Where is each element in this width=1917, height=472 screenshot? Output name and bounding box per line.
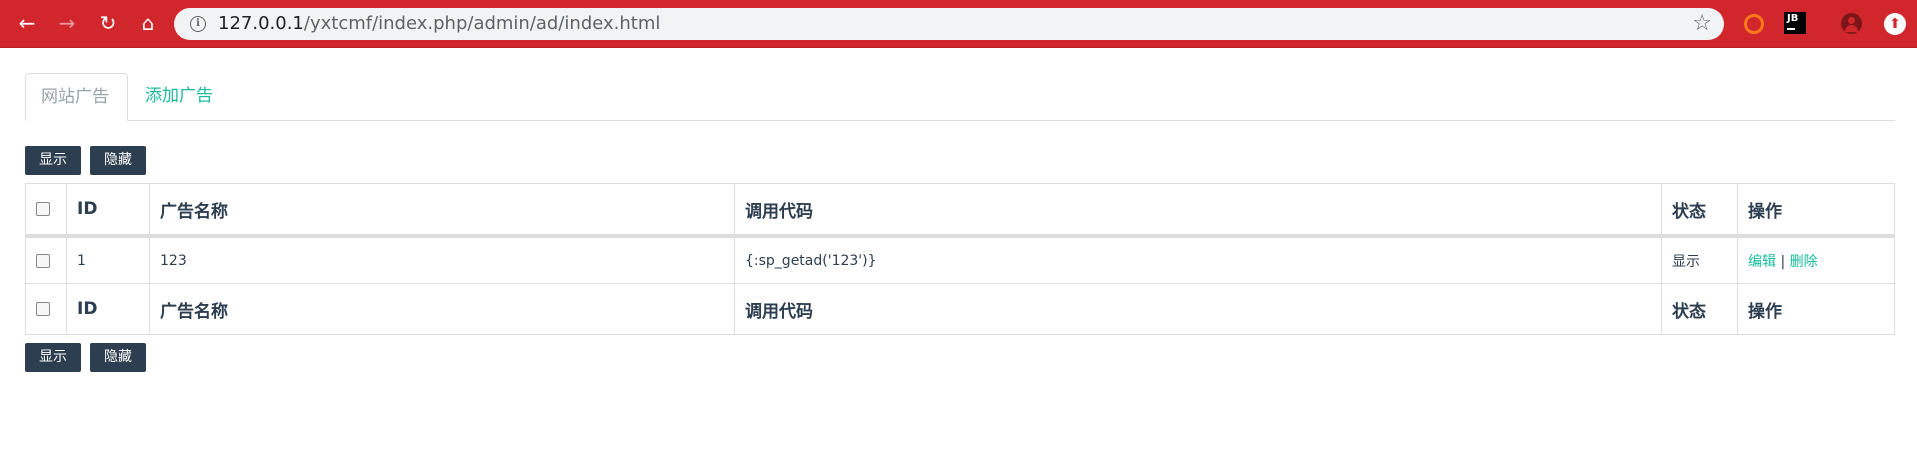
extension-jb-icon[interactable]: JB — [1784, 12, 1806, 34]
row-id: 1 — [66, 235, 150, 284]
select-all-checkbox-bottom[interactable] — [36, 302, 50, 316]
show-button-top[interactable]: 显示 — [25, 146, 81, 175]
delete-link[interactable]: 删除 — [1790, 254, 1818, 270]
ads-table: ID 广告名称 调用代码 状态 操作 1 123 {:sp_getad('123… — [25, 183, 1895, 335]
header-checkbox-cell — [25, 183, 67, 238]
tab-add-ad[interactable]: 添加广告 — [130, 73, 228, 120]
update-arrow-icon[interactable]: ⬆ — [1884, 13, 1906, 35]
footer-id: ID — [66, 283, 150, 335]
page-tabs: 网站广告 添加广告 — [25, 73, 1895, 121]
footer-code: 调用代码 — [734, 283, 1662, 335]
row-checkbox-cell — [25, 235, 67, 284]
table-header-row: ID 广告名称 调用代码 状态 操作 — [25, 183, 1895, 238]
header-code: 调用代码 — [734, 183, 1662, 238]
url-text[interactable]: 127.0.0.1/yxtcmf/index.php/admin/ad/inde… — [218, 8, 660, 40]
edit-link[interactable]: 编辑 — [1748, 254, 1776, 270]
hide-button-bottom[interactable]: 隐藏 — [90, 343, 146, 372]
row-checkbox[interactable] — [36, 253, 50, 268]
back-icon[interactable]: ← — [16, 12, 38, 34]
footer-name: 广告名称 — [149, 283, 735, 335]
reload-icon[interactable]: ↻ — [97, 12, 119, 34]
footer-checkbox-cell — [25, 283, 67, 335]
site-info-icon[interactable]: i — [190, 16, 206, 32]
home-icon[interactable]: ⌂ — [137, 12, 159, 34]
show-button-bottom[interactable]: 显示 — [25, 343, 81, 372]
header-id: ID — [66, 183, 150, 238]
footer-status: 状态 — [1661, 283, 1738, 335]
ops-separator: | — [1780, 253, 1786, 270]
url-path: /yxtcmf/index.php/admin/ad/index.html — [303, 13, 661, 34]
header-ops: 操作 — [1737, 183, 1895, 238]
header-name: 广告名称 — [149, 183, 735, 238]
header-status: 状态 — [1661, 183, 1738, 238]
tab-site-ads[interactable]: 网站广告 — [25, 73, 128, 121]
hide-button-top[interactable]: 隐藏 — [90, 146, 146, 175]
row-status: 显示 — [1661, 235, 1738, 284]
profile-avatar-icon[interactable] — [1841, 13, 1862, 34]
browser-toolbar: ← → ↻ ⌂ i 127.0.0.1/yxtcmf/index.php/adm… — [0, 0, 1917, 48]
address-bar[interactable]: i 127.0.0.1/yxtcmf/index.php/admin/ad/in… — [174, 8, 1724, 40]
bookmark-star-icon[interactable]: ☆ — [1692, 11, 1712, 36]
footer-ops: 操作 — [1737, 283, 1895, 335]
table-footer-row: ID 广告名称 调用代码 状态 操作 — [25, 283, 1895, 335]
forward-icon[interactable]: → — [56, 12, 78, 34]
table-row: 1 123 {:sp_getad('123')} 显示 编辑 | 删除 — [25, 235, 1895, 284]
extension-ring-icon[interactable] — [1744, 14, 1764, 34]
url-host: 127.0.0.1 — [218, 13, 304, 34]
row-ops: 编辑 | 删除 — [1737, 235, 1895, 284]
select-all-checkbox[interactable] — [36, 202, 50, 216]
row-name: 123 — [149, 235, 735, 284]
row-code: {:sp_getad('123')} — [734, 235, 1662, 284]
